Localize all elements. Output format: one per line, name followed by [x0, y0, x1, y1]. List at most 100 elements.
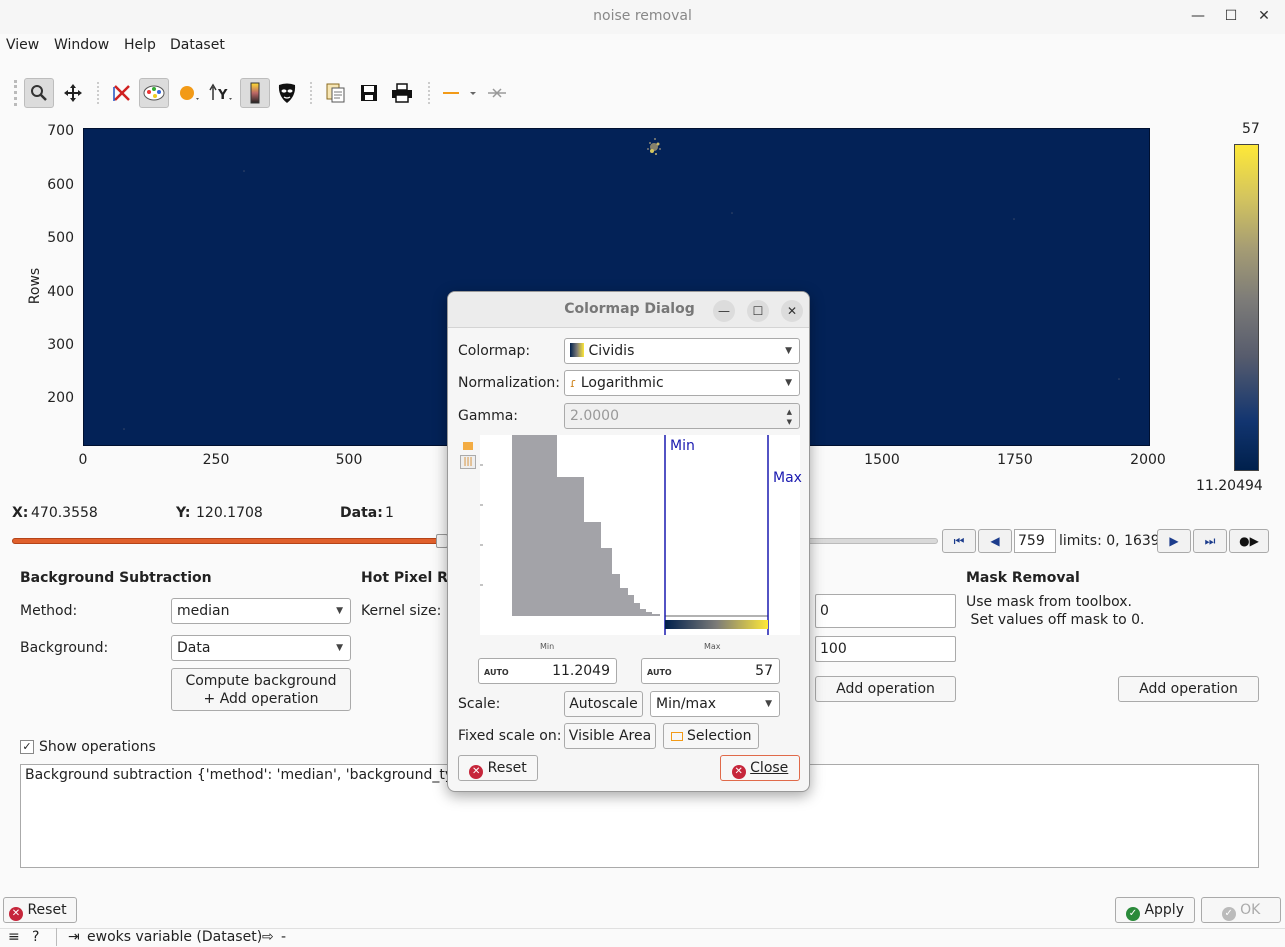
first-frame-button[interactable]: ⏮ — [942, 529, 976, 553]
gamma-label: Gamma: — [458, 408, 518, 424]
data-value: 1 — [385, 505, 394, 521]
toolbar-separator — [428, 82, 430, 104]
ok-button[interactable]: ✓ OK — [1201, 897, 1281, 923]
mask-add-operation-button[interactable]: Add operation — [1118, 676, 1259, 702]
x-tick-label: 1750 — [997, 452, 1033, 468]
frame-slider-fill — [12, 538, 442, 544]
output-icon: ⇨ — [262, 929, 274, 945]
chevron-down-icon: ▼ — [785, 378, 792, 388]
background-value: Data — [177, 640, 211, 656]
chevron-down-icon: ▼ — [336, 606, 343, 616]
selection-button[interactable]: Selection — [663, 723, 759, 749]
threshold-max-field[interactable]: 100 — [815, 636, 956, 662]
normalization-select[interactable]: ɾ Logarithmic ▼ — [564, 370, 800, 396]
profile-line-icon[interactable] — [438, 78, 480, 108]
menu-help[interactable]: Help — [124, 37, 156, 53]
log-curve-icon: ɾ — [570, 376, 577, 390]
frame-limits: limits: 0, 1639 — [1059, 533, 1160, 549]
max-auto-toggle[interactable]: AUTO — [647, 668, 672, 677]
method-select[interactable]: median ▼ — [171, 598, 351, 624]
gamma-spinbox[interactable]: 2.0000 ▲ ▼ — [564, 403, 800, 429]
visible-area-button[interactable]: Visible Area — [564, 723, 656, 749]
method-label: Method: — [20, 603, 78, 619]
scale-mode-select[interactable]: Min/max ▼ — [650, 691, 780, 717]
histogram-log-icon[interactable]: ||| — [460, 455, 476, 469]
autoscale-button[interactable]: Autoscale — [564, 691, 643, 717]
save-icon[interactable] — [354, 78, 384, 108]
reset-button[interactable]: ✕ Reset — [3, 897, 77, 923]
y-tick-label: 200 — [47, 390, 74, 406]
colormap-label: Colormap: — [458, 343, 531, 359]
hamburger-icon[interactable]: ≡ — [8, 929, 20, 945]
dialog-reset-label: Reset — [487, 760, 527, 776]
input-icon: ⇥ — [68, 929, 80, 945]
apply-button[interactable]: ✓ Apply — [1115, 897, 1195, 923]
apply-label: Apply — [1144, 902, 1184, 918]
dialog-reset-button[interactable]: ✕ Reset — [458, 755, 538, 781]
menu-dataset[interactable]: Dataset — [170, 37, 225, 53]
chevron-down-icon: ▼ — [785, 346, 792, 356]
colormap-value: Cividis — [588, 343, 635, 359]
background-select[interactable]: Data ▼ — [171, 635, 351, 661]
video-icon[interactable]: ●▶ — [1229, 529, 1269, 553]
marker-icon[interactable] — [174, 78, 204, 108]
y-tick-label: 400 — [47, 284, 74, 300]
minimize-icon[interactable]: — — [1188, 6, 1208, 26]
x-coord-label: X: — [12, 505, 29, 521]
threshold-add-operation-button[interactable]: Add operation — [815, 676, 956, 702]
show-operations-checkbox[interactable]: ✓ — [20, 740, 34, 754]
dialog-close-icon[interactable]: ✕ — [781, 300, 803, 322]
threshold-min-field[interactable]: 0 — [815, 594, 956, 628]
reset-zoom-icon[interactable] — [107, 78, 137, 108]
min-value-field[interactable]: AUTO 11.2049 — [478, 658, 617, 684]
dialog-close-button[interactable]: ✕ Close — [720, 755, 800, 781]
colormap-select[interactable]: Cividis ▼ — [564, 338, 800, 364]
gamma-value: 2.0000 — [570, 408, 619, 424]
min-auto-toggle[interactable]: AUTO — [484, 668, 509, 677]
max-value: 57 — [755, 663, 773, 679]
mask-icon[interactable] — [272, 78, 302, 108]
status-variable: ewoks variable (Dataset) — [87, 929, 263, 945]
histogram-mode-icon[interactable] — [463, 442, 473, 450]
mask-removal-title: Mask Removal — [966, 570, 1080, 586]
axis-y-icon[interactable]: Y — [206, 78, 236, 108]
print-icon[interactable] — [387, 78, 417, 108]
zoom-icon[interactable] — [24, 78, 54, 108]
copy-icon[interactable] — [320, 78, 350, 108]
close-icon[interactable]: ✕ — [1254, 6, 1274, 26]
frame-input[interactable]: 759 — [1014, 529, 1056, 553]
dialog-maximize-icon[interactable]: ☐ — [747, 300, 769, 322]
pan-icon[interactable] — [58, 78, 88, 108]
dialog-minimize-icon[interactable]: — — [713, 300, 735, 322]
reset-label: Reset — [27, 902, 67, 918]
selection-label: Selection — [686, 728, 752, 744]
x-tick-label: 0 — [78, 452, 88, 468]
last-frame-button[interactable]: ⏭ — [1193, 529, 1227, 553]
dialog-close-label: Close — [750, 760, 789, 776]
histogram-max-marker[interactable]: Max — [773, 470, 802, 486]
compute-background-button[interactable]: Compute background + Add operation — [171, 668, 351, 711]
colorbar — [1234, 144, 1259, 471]
colormap-dialog: Colormap Dialog — ☐ ✕ Colormap: Cividis ▼… — [447, 291, 810, 792]
menu-window[interactable]: Window — [54, 37, 109, 53]
fixed-scale-label: Fixed scale on: — [458, 728, 562, 744]
next-frame-button[interactable]: ▶ — [1157, 529, 1191, 553]
colormap-icon[interactable] — [139, 78, 169, 108]
clear-profile-icon[interactable] — [482, 78, 512, 108]
toolbar-grip[interactable] — [14, 80, 18, 106]
colorbar-icon[interactable] — [240, 78, 270, 108]
x-tick-label: 1500 — [864, 452, 900, 468]
max-value-field[interactable]: AUTO 57 — [641, 658, 780, 684]
scale-mode-value: Min/max — [656, 696, 717, 712]
histogram-plot[interactable] — [480, 435, 800, 635]
check-icon: ✓ — [1126, 907, 1140, 921]
svg-text:Y: Y — [217, 88, 228, 103]
kernel-size-label: Kernel size: — [361, 603, 442, 619]
histogram-min-marker[interactable]: Min — [670, 438, 695, 454]
prev-frame-button[interactable]: ◀ — [978, 529, 1012, 553]
selection-icon — [670, 732, 683, 741]
menu-view[interactable]: View — [6, 37, 39, 53]
toolbar-separator — [310, 82, 312, 104]
help-icon[interactable]: ? — [32, 929, 39, 945]
maximize-icon[interactable]: ☐ — [1221, 6, 1241, 26]
